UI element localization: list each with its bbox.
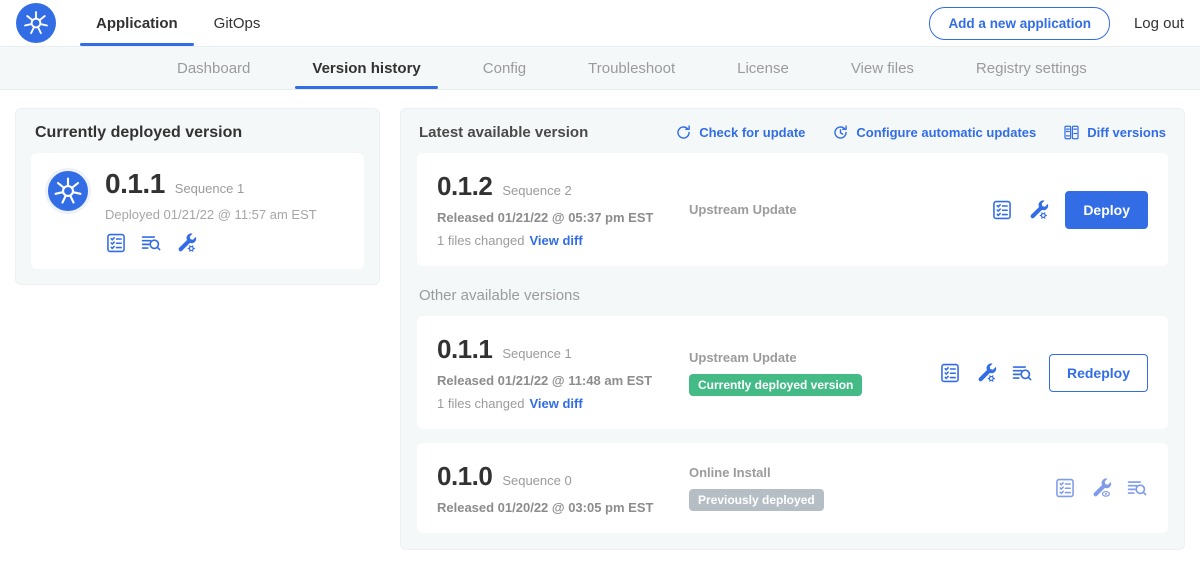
tab-config[interactable]: Config [452, 47, 557, 89]
tab-application[interactable]: Application [78, 0, 196, 46]
redeploy-button[interactable]: Redeploy [1049, 354, 1148, 392]
logout-button[interactable]: Log out [1134, 15, 1184, 32]
files-changed-label: 1 files changed [437, 233, 524, 248]
version-row-0-1-0: 0.1.0 Sequence 0 Released 01/20/22 @ 03:… [417, 443, 1168, 533]
checklist-icon[interactable] [105, 232, 127, 254]
deployed-timestamp: Deployed 01/21/22 @ 11:57 am EST [105, 207, 317, 222]
sequence-label: Sequence 0 [502, 473, 571, 488]
check-for-update-link[interactable]: Check for update [675, 124, 805, 141]
tab-view-files[interactable]: View files [820, 47, 945, 89]
other-versions-title: Other available versions [419, 287, 1166, 304]
kubernetes-logo [16, 3, 56, 43]
top-nav: Application GitOps Add a new application… [0, 0, 1200, 46]
release-notes-icon[interactable] [140, 232, 162, 254]
version-number: 0.1.1 [437, 334, 492, 365]
version-source-label: Online Install [689, 465, 939, 480]
version-number: 0.1.2 [437, 171, 492, 202]
version-history-panel: Latest available version Check for updat… [400, 108, 1185, 550]
sequence-label: Sequence 2 [502, 183, 571, 198]
config-gear-icon[interactable] [975, 362, 997, 384]
configure-automatic-updates-link[interactable]: Configure automatic updates [832, 124, 1036, 141]
tab-troubleshoot[interactable]: Troubleshoot [557, 47, 706, 89]
app-subnav: Dashboard Version history Config Trouble… [0, 46, 1200, 90]
version-number: 0.1.0 [437, 461, 492, 492]
check-for-update-label: Check for update [699, 125, 805, 140]
release-notes-icon[interactable] [1126, 477, 1148, 499]
tab-version-history[interactable]: Version history [281, 47, 451, 89]
released-timestamp: Released 01/21/22 @ 11:48 am EST [437, 373, 689, 388]
deployed-sequence-label: Sequence 1 [175, 181, 244, 196]
tab-registry-settings[interactable]: Registry settings [945, 47, 1118, 89]
app-icon [45, 168, 91, 214]
previously-deployed-badge: Previously deployed [689, 489, 824, 511]
diff-versions-label: Diff versions [1087, 125, 1166, 140]
schedule-update-icon [832, 124, 849, 141]
version-row-0-1-2: 0.1.2 Sequence 2 Released 01/21/22 @ 05:… [417, 153, 1168, 266]
checklist-icon[interactable] [1054, 477, 1076, 499]
deployed-version-number: 0.1.1 [105, 168, 165, 200]
configure-automatic-updates-label: Configure automatic updates [856, 125, 1036, 140]
latest-version-title: Latest available version [419, 124, 588, 141]
files-changed-label: 1 files changed [437, 396, 524, 411]
diff-icon [1063, 124, 1080, 141]
view-diff-link[interactable]: View diff [529, 396, 582, 411]
app-tabs: Application GitOps [78, 0, 278, 46]
config-gear-icon[interactable] [1027, 199, 1049, 221]
view-diff-link[interactable]: View diff [529, 233, 582, 248]
tab-gitops[interactable]: GitOps [196, 0, 279, 46]
currently-deployed-badge: Currently deployed version [689, 374, 862, 396]
deployed-panel-title: Currently deployed version [31, 122, 364, 142]
view-config-icon[interactable] [1090, 477, 1112, 499]
deployed-version-card: 0.1.1 Sequence 1 Deployed 01/21/22 @ 11:… [31, 153, 364, 269]
release-notes-icon[interactable] [1011, 362, 1033, 384]
tab-license[interactable]: License [706, 47, 820, 89]
refresh-icon [675, 124, 692, 141]
currently-deployed-panel: Currently deployed version 0.1.1 Sequenc… [15, 108, 380, 285]
version-row-0-1-1: 0.1.1 Sequence 1 Released 01/21/22 @ 11:… [417, 316, 1168, 429]
version-source-label: Upstream Update [689, 202, 939, 217]
checklist-icon[interactable] [991, 199, 1013, 221]
add-application-button[interactable]: Add a new application [929, 7, 1110, 40]
released-timestamp: Released 01/20/22 @ 03:05 pm EST [437, 500, 689, 515]
released-timestamp: Released 01/21/22 @ 05:37 pm EST [437, 210, 689, 225]
version-source-label: Upstream Update [689, 350, 939, 365]
config-gear-icon[interactable] [175, 232, 197, 254]
sequence-label: Sequence 1 [502, 346, 571, 361]
checklist-icon[interactable] [939, 362, 961, 384]
diff-versions-link[interactable]: Diff versions [1063, 124, 1166, 141]
tab-dashboard[interactable]: Dashboard [146, 47, 281, 89]
deploy-button[interactable]: Deploy [1065, 191, 1148, 229]
